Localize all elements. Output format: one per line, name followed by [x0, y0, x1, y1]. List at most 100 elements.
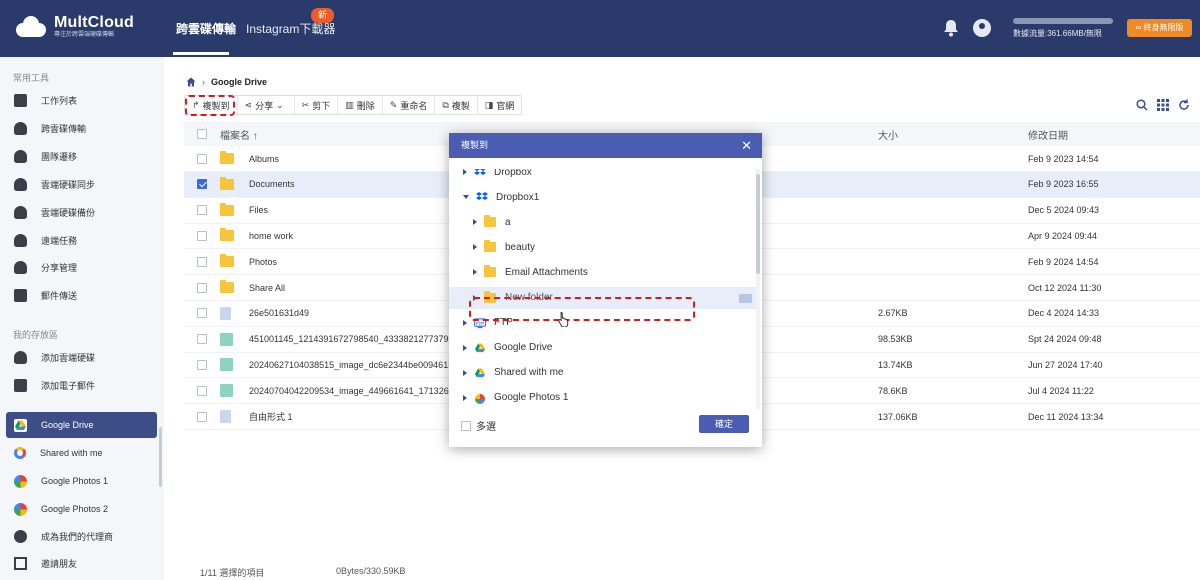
tree-item-label: Dropbox1: [496, 191, 540, 203]
upgrade-button[interactable]: ∞ 終身無限版: [1127, 19, 1192, 37]
tree-item-google-photos-1[interactable]: Google Photos 1: [449, 387, 569, 409]
sidebar-item-share-management[interactable]: 分享管理: [6, 254, 157, 280]
tab-cloud-transfer[interactable]: 跨雲碟傳輸: [176, 20, 236, 37]
sidebar-item-label: Google Drive: [41, 420, 94, 430]
tree-item-google-drive[interactable]: Google Drive: [449, 337, 552, 359]
tree-item-beauty[interactable]: beauty: [449, 236, 535, 258]
sidebar-scrollbar[interactable]: [159, 427, 162, 487]
sidebar-item-label: Google Photos 1: [41, 476, 109, 486]
add-cloud-icon: [14, 350, 27, 364]
sidebar-item-label: 添加電子郵件: [41, 380, 96, 391]
folder-icon: [484, 215, 496, 228]
folder-icon: [484, 240, 496, 253]
create-folder-icon[interactable]: [739, 293, 752, 303]
caret-right-icon[interactable]: [463, 394, 467, 401]
tree-item-email-attachments[interactable]: Email Attachments: [449, 261, 588, 283]
caret-right-icon[interactable]: [473, 269, 477, 276]
close-icon[interactable]: ✕: [741, 133, 752, 158]
sidebar-item-label: Google Photos 2: [41, 504, 109, 514]
svg-text:FTP: FTP: [476, 320, 485, 325]
sidebar-item-google-drive[interactable]: Google Drive: [6, 412, 157, 438]
add-email-icon: [14, 378, 27, 392]
dialog-header: 複製到 ✕: [449, 133, 762, 158]
section-storage-title: 我的存放區: [13, 330, 59, 340]
sidebar-item-label: 分享管理: [41, 262, 78, 273]
tree-item-a[interactable]: a: [449, 211, 511, 233]
remote-upload-icon: [14, 233, 27, 247]
tree-item-label: Email Attachments: [505, 266, 588, 278]
sidebar-item-add-email[interactable]: 添加電子郵件: [6, 372, 157, 398]
sidebar-item-cloud-transfer[interactable]: 跨雲碟傳輸: [6, 115, 157, 141]
sidebar-item-label: 郵件傳送: [41, 290, 78, 301]
caret-right-icon[interactable]: [463, 344, 467, 351]
caret-right-icon[interactable]: [463, 319, 467, 326]
sidebar: 常用工具 工作列表 跨雲碟傳輸 團隊遷移 雲端硬碟同步 雲端硬碟備份 遠端任務 …: [0, 57, 164, 580]
caret-right-icon[interactable]: [473, 219, 477, 226]
traffic-bar: [1013, 18, 1113, 24]
multi-select-option[interactable]: 多選: [461, 418, 496, 433]
cloud-sync-icon: [14, 177, 27, 191]
section-tools-title: 常用工具: [13, 73, 50, 83]
tree-item-label: a: [505, 216, 511, 228]
dropbox-icon: [474, 169, 486, 177]
ok-button[interactable]: 確定: [699, 415, 749, 433]
top-bar: MultCloud 專注於跨雲端硬碟傳輸 跨雲碟傳輸 Instagram下載器 …: [0, 0, 1200, 57]
sidebar-item-label: 跨雲碟傳輸: [41, 123, 87, 134]
caret-right-icon[interactable]: [463, 369, 467, 376]
tree-item-label: Google Drive: [494, 342, 553, 354]
sidebar-item-remote-task[interactable]: 遠端任務: [6, 227, 157, 253]
sidebar-item-cloud-backup[interactable]: 雲端硬碟備份: [6, 199, 157, 225]
logo[interactable]: MultCloud 專注於跨雲端硬碟傳輸: [14, 14, 134, 39]
multi-select-checkbox[interactable]: [461, 420, 471, 431]
google-drive-icon: [14, 418, 27, 432]
sidebar-item-shared-with-me[interactable]: Shared with me: [6, 440, 157, 466]
dialog-scrollbar[interactable]: [756, 169, 760, 409]
traffic-text: 數據流量:361.66MB/無限: [1013, 29, 1102, 38]
hand-cursor-icon: [558, 312, 569, 327]
sidebar-item-become-agent[interactable]: 成為我們的代理商: [6, 523, 157, 549]
sidebar-item-invite-friends[interactable]: 邀請朋友: [6, 550, 157, 576]
share-out-icon: [14, 556, 27, 570]
cloud-backup-icon: [14, 205, 27, 219]
google-drive-icon: [474, 343, 486, 353]
bell-icon[interactable]: [943, 19, 959, 37]
sidebar-item-add-cloud[interactable]: 添加雲端硬碟: [6, 344, 157, 370]
grid-icon: [14, 93, 27, 107]
share-icon: [14, 260, 27, 274]
caret-right-icon[interactable]: [463, 169, 467, 175]
google-drive-icon: [474, 368, 486, 378]
active-tab-underline: [173, 52, 229, 55]
sidebar-item-label: 工作列表: [41, 95, 78, 106]
google-icon: [14, 447, 26, 459]
user-icon[interactable]: [973, 19, 991, 37]
sidebar-item-team-migration[interactable]: 團隊遷移: [6, 143, 157, 169]
sidebar-item-label: 遠端任務: [41, 235, 78, 246]
google-photos-icon: [14, 474, 27, 488]
sidebar-item-label: Shared with me: [40, 448, 103, 458]
tree-item-label: beauty: [505, 241, 536, 253]
tree-item-label: Dropbox: [494, 169, 532, 178]
sidebar-item-task-list[interactable]: 工作列表: [6, 87, 157, 113]
caret-right-icon[interactable]: [473, 244, 477, 251]
agent-icon: [14, 529, 27, 543]
sidebar-item-label: 團隊遷移: [41, 151, 78, 162]
tree-item-dropbox[interactable]: Dropbox: [449, 169, 532, 183]
scrollbar-thumb[interactable]: [756, 174, 760, 274]
google-photos-icon: [474, 393, 486, 404]
logo-name: MultCloud: [54, 14, 134, 31]
caret-down-icon[interactable]: [463, 195, 469, 200]
sidebar-item-google-photos-1[interactable]: Google Photos 1: [6, 468, 157, 494]
sidebar-item-label: 雲端硬碟備份: [41, 207, 96, 218]
google-photos-icon: [14, 502, 27, 516]
new-folder-highlight: [469, 297, 695, 321]
sidebar-item-cloud-sync[interactable]: 雲端硬碟同步: [6, 171, 157, 197]
sidebar-item-email-migration[interactable]: 郵件傳送: [6, 282, 157, 308]
tree-item-dropbox1[interactable]: Dropbox1: [449, 186, 539, 208]
sidebar-item-google-photos-2[interactable]: Google Photos 2: [6, 496, 157, 522]
cloud-transfer-icon: [14, 121, 27, 135]
tree-item-shared-with-me[interactable]: Shared with me: [449, 362, 563, 384]
sidebar-item-label: 添加雲端硬碟: [41, 352, 96, 363]
multi-select-label: 多選: [476, 422, 496, 433]
sidebar-item-label: 成為我們的代理商: [41, 531, 114, 542]
sidebar-item-label: 邀請朋友: [41, 558, 78, 569]
